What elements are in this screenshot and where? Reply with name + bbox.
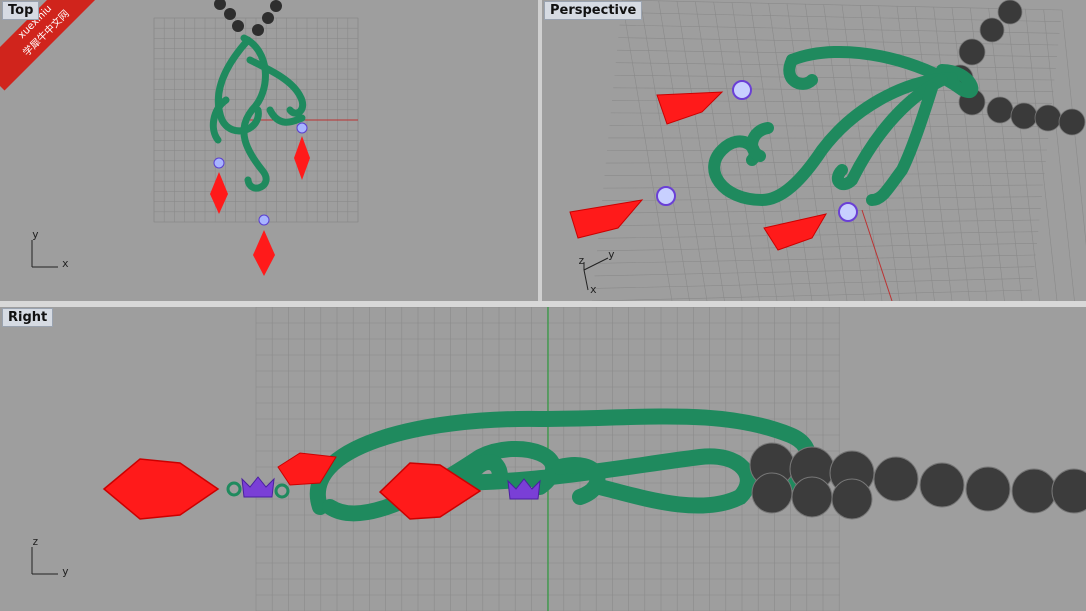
perspective-axis-x-label: x: [590, 283, 597, 296]
right-axis-icon: [31, 547, 58, 575]
top-gems: [210, 122, 310, 276]
viewport-perspective[interactable]: Perspective y x z: [542, 0, 1086, 301]
grid-line: [605, 161, 1046, 164]
right-pearl-chain: [749, 442, 1086, 520]
perspective-grid: [591, 0, 1086, 301]
top-axis-icon: [31, 240, 58, 268]
right-axis-vertical-label: z: [32, 535, 39, 548]
grid-line: [609, 125, 1050, 127]
top-axis-x-label: x: [62, 257, 69, 270]
viewport-right[interactable]: Right y z: [0, 307, 1086, 611]
top-view-canvas[interactable]: [0, 0, 538, 301]
right-view-canvas[interactable]: [0, 307, 1086, 611]
grid-line: [615, 62, 1056, 69]
perspective-axis-y-label: y: [608, 248, 615, 261]
grid-line: [604, 173, 1045, 176]
grid-line: [614, 74, 1055, 81]
grid-line: [598, 231, 1039, 239]
grid-line: [988, 8, 1023, 301]
grid-line: [768, 3, 813, 301]
perspective-axis-z-label: z: [578, 254, 585, 267]
perspective-x-axis-line: [861, 209, 893, 301]
viewport-title-top[interactable]: Top: [2, 1, 40, 20]
viewport-title-perspective[interactable]: Perspective: [544, 1, 643, 20]
grid-line: [1025, 9, 1058, 301]
viewport-top[interactable]: xuexiniu 学犀牛中文网 Top x y: [0, 0, 538, 301]
viewport-title-right[interactable]: Right: [2, 308, 54, 327]
grid-line: [1061, 9, 1086, 246]
grid-line: [1043, 9, 1075, 301]
top-pendant-frame: [209, 34, 307, 192]
grid-line: [600, 208, 1041, 214]
perspective-view-canvas[interactable]: [542, 0, 1086, 301]
top-axis-y-label: y: [32, 228, 39, 241]
grid-line: [1006, 8, 1040, 301]
grid-line: [613, 87, 1054, 92]
grid-line: [594, 266, 1035, 277]
right-axis-horizontal-label: y: [62, 565, 69, 578]
grid-line: [595, 254, 1036, 264]
grid-line: [658, 0, 708, 301]
